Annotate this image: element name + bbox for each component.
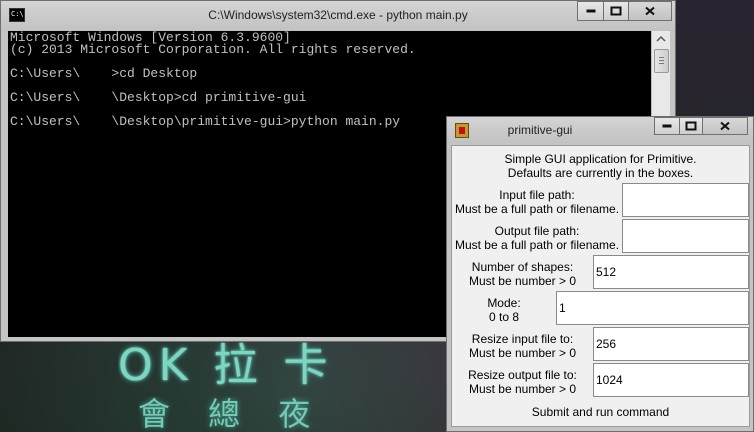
header-text-line1: Simple GUI application for Primitive.: [504, 152, 697, 166]
field-hint: Must be number > 0: [468, 274, 577, 288]
resize-input-field[interactable]: [593, 327, 749, 361]
minimize-icon: [586, 9, 595, 13]
field-label: Number of shapes:: [471, 260, 574, 274]
maximize-button[interactable]: [679, 117, 703, 135]
form-panel: Simple GUI application for Primitive. De…: [451, 145, 750, 427]
submit-button[interactable]: Submit and run command: [452, 402, 749, 422]
scrollbar-thumb[interactable]: [654, 49, 669, 73]
maximize-icon: [610, 6, 622, 16]
minimize-button[interactable]: [654, 117, 680, 135]
num-shapes-field[interactable]: [593, 255, 749, 289]
resize-output-field[interactable]: [593, 363, 749, 397]
maximize-button[interactable]: [603, 1, 629, 21]
field-label: Resize output file to:: [468, 368, 577, 382]
minimize-icon: [662, 124, 672, 128]
field-hint: 0 to 8: [488, 310, 520, 324]
field-label: Input file path:: [499, 188, 575, 202]
close-button[interactable]: [628, 1, 672, 21]
field-label: Resize input file to:: [471, 332, 574, 346]
gui-window-title: primitive-gui: [507, 123, 573, 137]
output-file-path-field[interactable]: [622, 219, 749, 253]
maximize-icon: [685, 121, 697, 131]
neon-sign-text-bottom: 會 總 夜: [138, 396, 325, 432]
close-icon: [645, 6, 655, 16]
close-icon: [720, 121, 730, 131]
close-button[interactable]: [702, 117, 748, 135]
field-hint: Must be a full path or filename.: [454, 202, 620, 216]
gui-titlebar[interactable]: primitive-gui: [447, 117, 753, 143]
console-line: (c) 2013 Microsoft Corporation. All righ…: [10, 42, 416, 57]
cmd-titlebar[interactable]: C:\ C:\Windows\system32\cmd.exe - python…: [1, 1, 675, 31]
field-hint: Must be number > 0: [468, 346, 577, 360]
mode-field[interactable]: [556, 291, 749, 325]
console-line: C:\Users\ \Desktop>cd primitive-gui: [10, 90, 307, 105]
input-file-path-field[interactable]: [622, 183, 749, 217]
field-hint: Must be number > 0: [468, 382, 577, 396]
field-hint: Must be a full path or filename.: [454, 238, 620, 252]
field-label: Mode:: [487, 296, 521, 310]
header-text-line2: Defaults are currently in the boxes.: [507, 166, 694, 180]
neon-sign-text-top: OK 拉 卡: [118, 340, 334, 391]
scroll-up-arrow[interactable]: [652, 31, 670, 48]
minimize-button[interactable]: [577, 1, 604, 21]
chevron-up-icon: [656, 35, 666, 42]
field-label: Output file path:: [494, 224, 580, 238]
console-line: C:\Users\ >cd Desktop: [10, 66, 198, 81]
cmd-window-title: C:\Windows\system32\cmd.exe - python mai…: [208, 8, 468, 22]
primitive-gui-window: primitive-gui Simple GUI application for…: [446, 116, 754, 432]
